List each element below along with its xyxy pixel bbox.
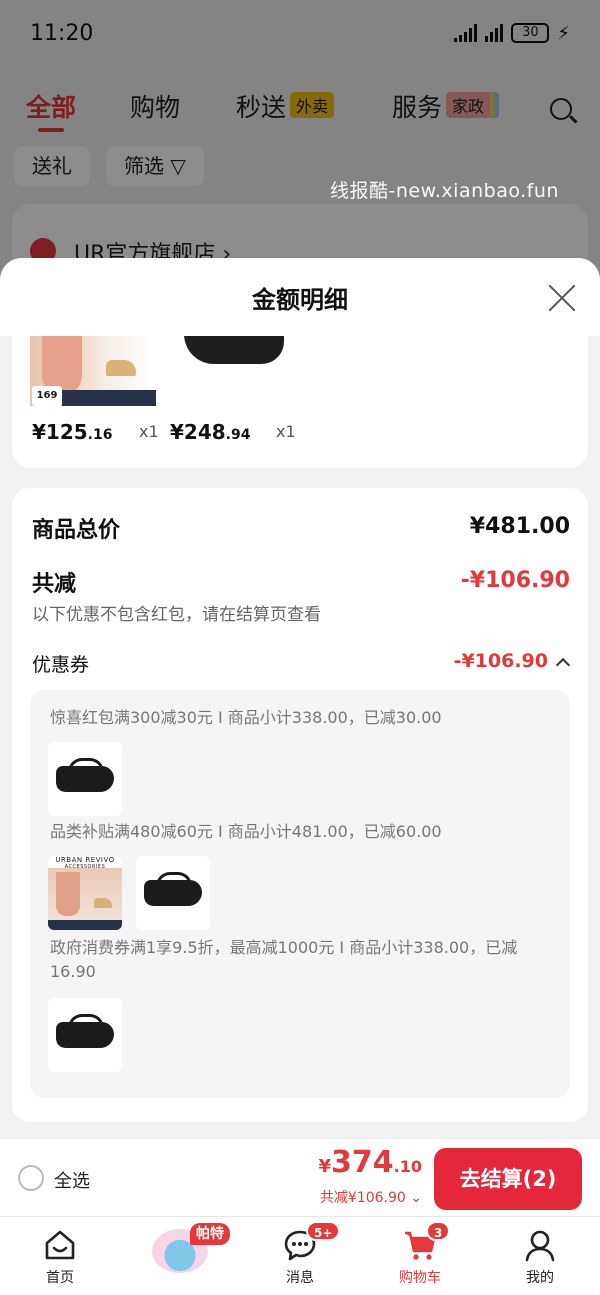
- messages-badge: 5+: [306, 1221, 341, 1241]
- checkout-bar: 全选 ¥374.10 共减¥106.90 ⌄ 去结算(2): [0, 1138, 600, 1216]
- sheet-title: 金额明细: [252, 286, 348, 314]
- coupon-thumb-ur: URBAN REVIVO ACCESSORIES: [48, 856, 122, 930]
- tab-messages-label: 消息: [286, 1270, 314, 1286]
- chevron-up-icon[interactable]: [555, 657, 571, 673]
- discount-value: -¥106.90: [460, 568, 570, 593]
- tab-promo[interactable]: 帕特: [120, 1217, 240, 1295]
- product-card: 169 ¥125.16 x1 ¥248.94 x1: [12, 336, 588, 468]
- home-icon: [45, 1230, 75, 1260]
- total-price: ¥374.10: [318, 1145, 423, 1180]
- checkout-button[interactable]: 去结算(2): [434, 1148, 582, 1210]
- product-price-2: ¥248.94: [170, 420, 251, 444]
- thumb-price-tag: 169: [32, 386, 62, 406]
- coupon-thumb-clog-3: [48, 998, 122, 1072]
- product-qty-1: x1: [139, 422, 159, 441]
- discount-label: 共减: [32, 572, 77, 597]
- summary-card: 商品总价 ¥481.00 共减 -¥106.90 以下优惠不包含红包，请在结算页…: [12, 488, 588, 1122]
- tab-home-label: 首页: [46, 1270, 74, 1286]
- profile-icon: [525, 1230, 555, 1262]
- tab-cart[interactable]: 3 购物车: [360, 1217, 480, 1295]
- product-thumb-clog[interactable]: [178, 336, 288, 368]
- discount-note: 以下优惠不包含红包，请在结算页查看: [32, 605, 321, 625]
- coupon-line-2: 品类补贴满480减60元 I 商品小计481.00，已减60.00: [50, 822, 442, 841]
- total-label: 商品总价: [32, 518, 121, 543]
- coupon-line-3: 政府消费券满1享9.5折，最高减1000元 I 商品小计338.00，已减16.…: [50, 938, 518, 981]
- watermark: 线报酷-new.xianbao.fun: [330, 180, 559, 202]
- select-all-radio[interactable]: [18, 1165, 44, 1191]
- cart-badge: 3: [426, 1221, 451, 1241]
- coupon-thumb-clog-2: [136, 856, 210, 930]
- chevron-down-icon: ⌄: [410, 1190, 422, 1206]
- coupon-line-1: 惊喜红包满300减30元 I 商品小计338.00，已减30.00: [50, 708, 442, 727]
- total-saved[interactable]: 共减¥106.90 ⌄: [320, 1187, 422, 1207]
- tab-profile-label: 我的: [526, 1270, 554, 1286]
- product-thumb-dress[interactable]: 169: [30, 336, 156, 406]
- tab-home[interactable]: 首页: [0, 1217, 120, 1295]
- coupon-label: 优惠券: [32, 654, 90, 676]
- ur-brand-label: URBAN REVIVO: [55, 856, 115, 864]
- tab-cart-label: 购物车: [399, 1270, 441, 1286]
- coupon-thumb-clog-1: [48, 742, 122, 816]
- coupon-list: 惊喜红包满300减30元 I 商品小计338.00，已减30.00 品类补贴满4…: [30, 690, 570, 1098]
- tab-bar: 首页 帕特 5+ 消息 3 购物车 我的: [0, 1216, 600, 1295]
- tab-profile[interactable]: 我的: [480, 1217, 600, 1295]
- select-all-label[interactable]: 全选: [54, 1167, 90, 1193]
- tab-messages[interactable]: 5+ 消息: [240, 1217, 360, 1295]
- product-price-1: ¥125.16: [32, 420, 113, 444]
- ur-brand-sub-label: ACCESSORIES: [64, 864, 106, 870]
- product-qty-2: x1: [276, 422, 296, 441]
- amount-detail-sheet: 金额明细 169 ¥125.16 x1 ¥248.94 x1 商品总价 ¥481…: [0, 258, 600, 1138]
- close-icon[interactable]: [546, 282, 578, 314]
- coupon-value[interactable]: -¥106.90: [454, 650, 548, 672]
- total-value: ¥481.00: [469, 514, 570, 539]
- promo-badge: 帕特: [190, 1223, 230, 1245]
- sheet-header: 金额明细: [0, 258, 600, 336]
